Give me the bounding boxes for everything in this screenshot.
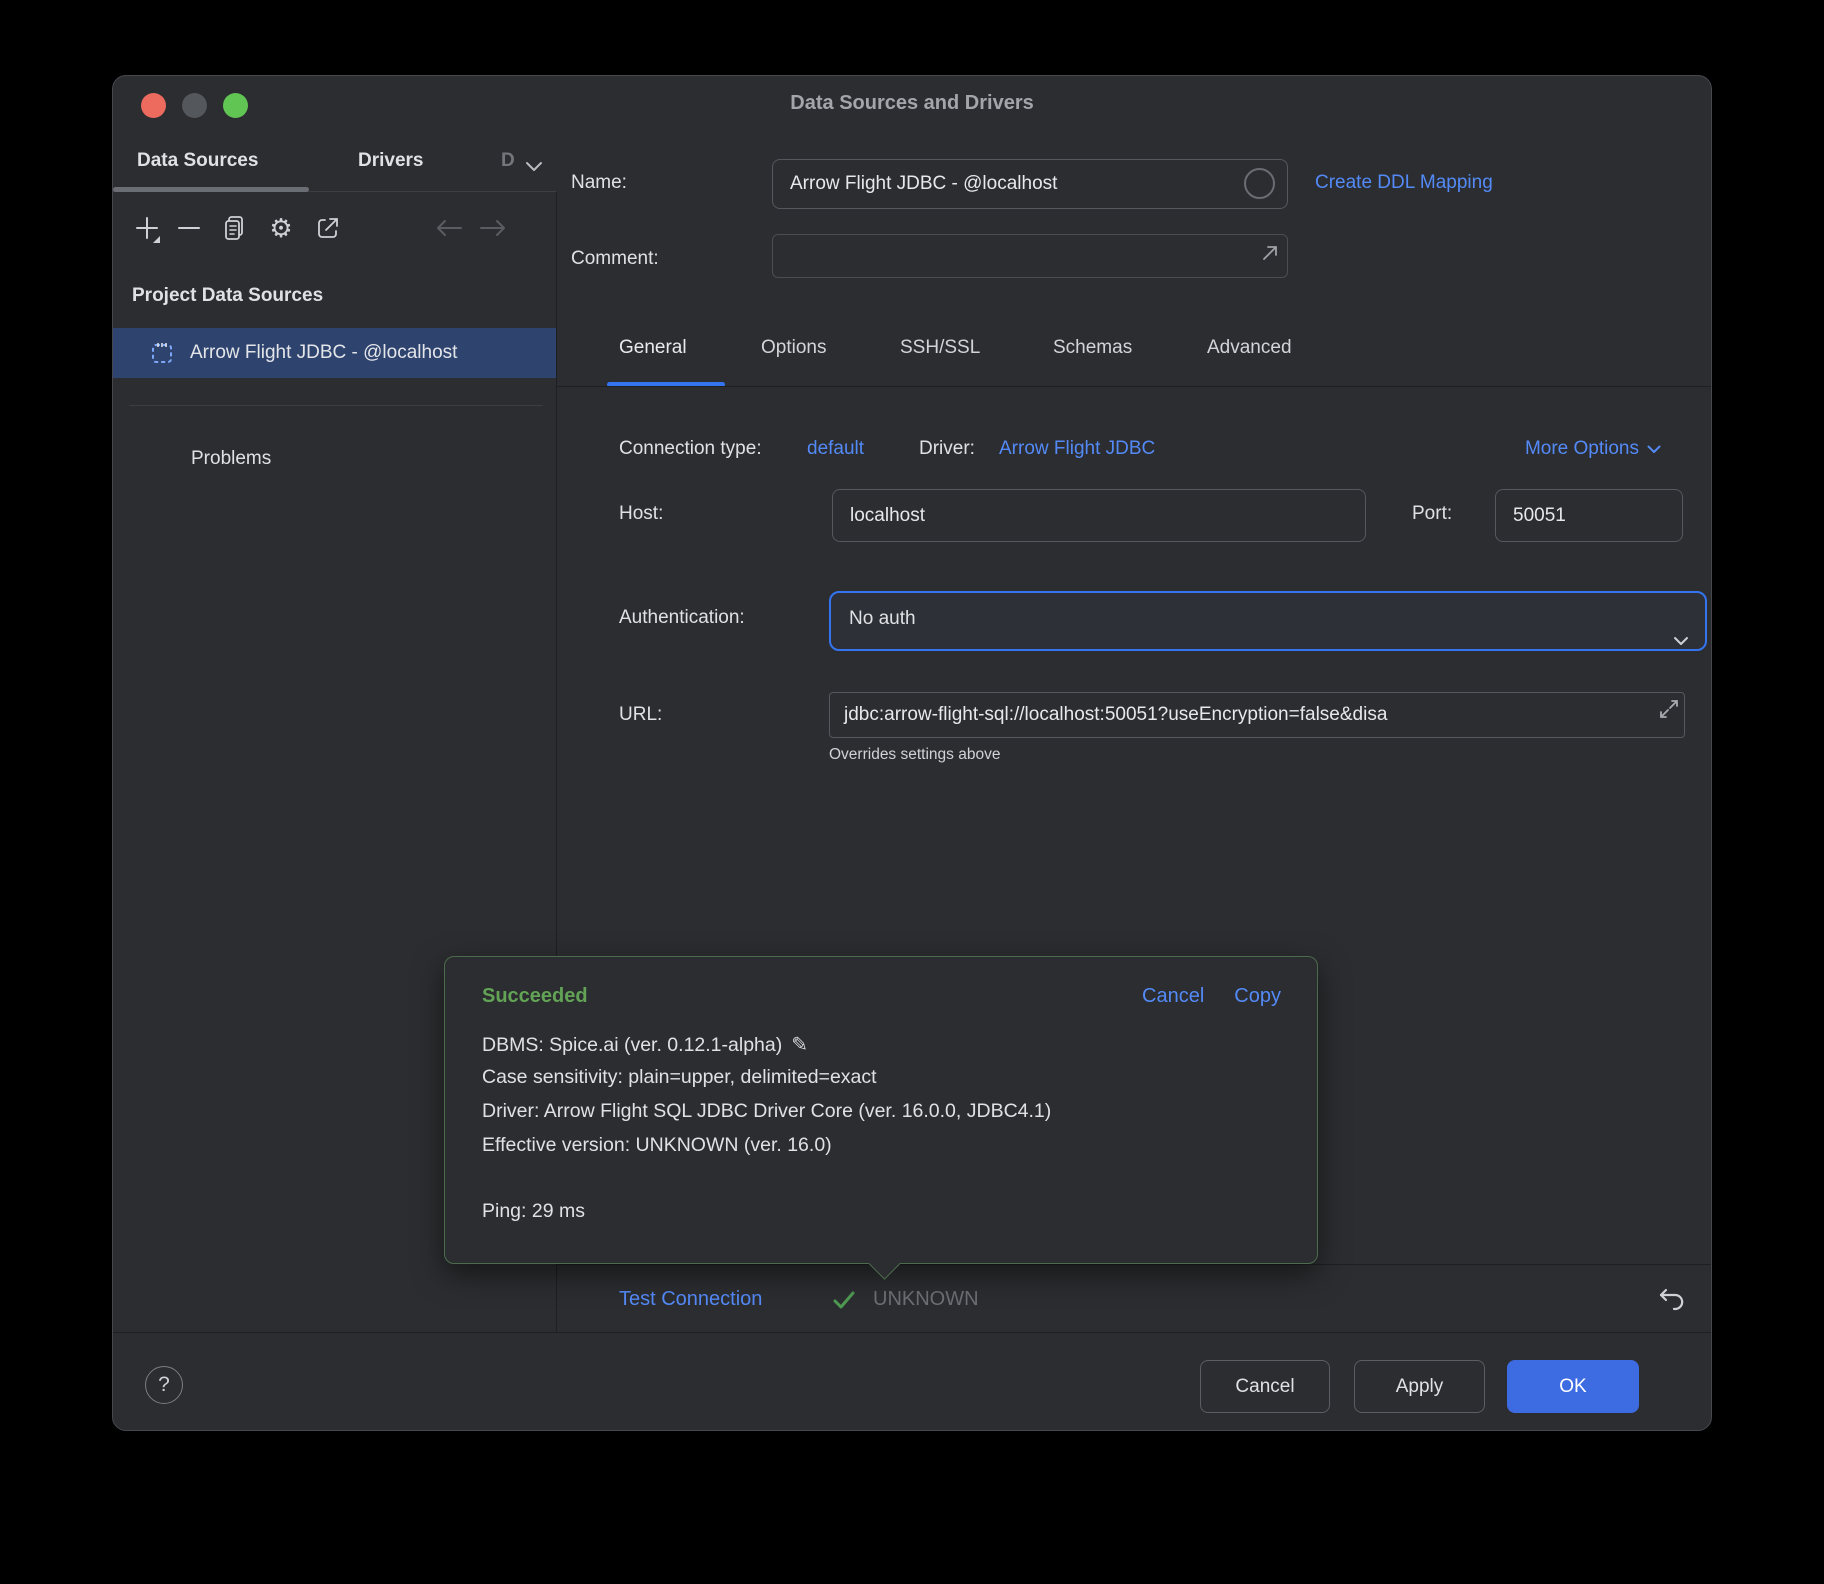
- tab-advanced[interactable]: Advanced: [1207, 337, 1292, 359]
- tab-schemas[interactable]: Schemas: [1053, 337, 1132, 359]
- tab-ssh-ssl[interactable]: SSH/SSL: [900, 337, 980, 359]
- chevron-down-icon[interactable]: [525, 159, 543, 177]
- tab-truncated[interactable]: D: [501, 150, 515, 172]
- host-input[interactable]: localhost: [832, 489, 1366, 542]
- add-dropdown-caret-icon: [153, 236, 160, 243]
- edit-pencil-icon[interactable]: ✎: [791, 1034, 808, 1056]
- effective-version-line: Effective version: UNKNOWN (ver. 16.0): [482, 1134, 832, 1157]
- popup-callout-arrow: [868, 1247, 901, 1280]
- add-data-source-button[interactable]: [131, 212, 163, 244]
- footer-row-divider: [557, 1264, 1712, 1265]
- remove-data-source-button[interactable]: [173, 212, 205, 244]
- selected-item-label: Arrow Flight JDBC - @localhost: [190, 342, 457, 364]
- ping-line: Ping: 29 ms: [482, 1200, 585, 1223]
- url-label: URL:: [619, 704, 662, 726]
- status-badge: Succeeded: [482, 985, 588, 1008]
- comment-input[interactable]: [772, 234, 1288, 278]
- window-title: Data Sources and Drivers: [113, 92, 1711, 115]
- create-ddl-mapping-link[interactable]: Create DDL Mapping: [1315, 172, 1493, 194]
- bottom-bar-divider: [113, 1332, 1712, 1333]
- help-button[interactable]: ?: [145, 1366, 183, 1404]
- project-data-sources-header: Project Data Sources: [132, 285, 323, 307]
- test-connection-link[interactable]: Test Connection: [619, 1288, 762, 1311]
- expand-icon[interactable]: [1260, 243, 1280, 269]
- data-source-icon: [150, 341, 174, 365]
- port-value: 50051: [1513, 505, 1566, 526]
- comment-label: Comment:: [571, 248, 659, 270]
- driver-info-line: Driver: Arrow Flight SQL JDBC Driver Cor…: [482, 1100, 1051, 1123]
- checkmark-icon: [831, 1288, 857, 1317]
- data-sources-dialog: Data Sources and Drivers Data Sources Dr…: [112, 75, 1712, 1431]
- authentication-label: Authentication:: [619, 607, 745, 629]
- dbms-info-line: DBMS: Spice.ai (ver. 0.12.1-alpha)✎: [482, 1032, 808, 1057]
- authentication-select[interactable]: No auth: [829, 591, 1707, 651]
- connection-status-text: UNKNOWN: [873, 1288, 979, 1311]
- port-input[interactable]: 50051: [1495, 489, 1683, 542]
- gear-icon[interactable]: ⚙: [265, 212, 297, 244]
- popup-cancel-link[interactable]: Cancel: [1142, 985, 1204, 1008]
- active-tab-underline: [113, 187, 309, 192]
- tab-drivers[interactable]: Drivers: [358, 150, 424, 172]
- more-options-link[interactable]: More Options: [1525, 438, 1661, 460]
- name-label: Name:: [571, 172, 627, 194]
- tab-data-sources[interactable]: Data Sources: [137, 150, 258, 172]
- sidebar-item-problems[interactable]: Problems: [191, 448, 271, 470]
- sidebar-divider: [129, 405, 543, 406]
- connection-type-value-link[interactable]: default: [807, 438, 864, 460]
- tab-general[interactable]: General: [619, 337, 687, 359]
- popup-copy-link[interactable]: Copy: [1234, 985, 1281, 1008]
- tab-strip-border: [557, 386, 1712, 387]
- port-label: Port:: [1412, 503, 1452, 525]
- url-value: jdbc:arrow-flight-sql://localhost:50051?…: [844, 704, 1387, 725]
- name-value: Arrow Flight JDBC - @localhost: [790, 173, 1057, 194]
- expand-icon[interactable]: [1656, 692, 1682, 738]
- back-arrow-icon[interactable]: [433, 212, 465, 244]
- more-options-label: More Options: [1525, 438, 1639, 460]
- host-value: localhost: [850, 505, 925, 526]
- test-connection-result-popup: Succeeded Cancel Copy DBMS: Spice.ai (ve…: [444, 956, 1318, 1264]
- name-input[interactable]: Arrow Flight JDBC - @localhost: [772, 159, 1288, 209]
- ok-button[interactable]: OK: [1507, 1360, 1639, 1413]
- progress-circle-icon: [1244, 168, 1275, 199]
- forward-arrow-icon[interactable]: [477, 212, 509, 244]
- sidebar-tab-strip: Data Sources Drivers D: [113, 134, 556, 192]
- revert-icon[interactable]: [1656, 1282, 1692, 1318]
- host-label: Host:: [619, 503, 663, 525]
- driver-value-link[interactable]: Arrow Flight JDBC: [999, 438, 1155, 460]
- case-sensitivity-line: Case sensitivity: plain=upper, delimited…: [482, 1066, 877, 1089]
- tab-options[interactable]: Options: [761, 337, 826, 359]
- chevron-down-icon: [1647, 445, 1661, 454]
- chevron-down-icon: [1673, 615, 1689, 667]
- url-hint-text: Overrides settings above: [829, 746, 1000, 764]
- url-input[interactable]: jdbc:arrow-flight-sql://localhost:50051?…: [829, 692, 1685, 738]
- driver-label: Driver:: [919, 438, 975, 460]
- cancel-button[interactable]: Cancel: [1200, 1360, 1330, 1413]
- connection-type-label: Connection type:: [619, 438, 762, 460]
- sidebar-item-arrow-flight-jdbc[interactable]: Arrow Flight JDBC - @localhost: [113, 328, 556, 378]
- open-in-new-icon[interactable]: [312, 212, 344, 244]
- apply-button[interactable]: Apply: [1354, 1360, 1485, 1413]
- duplicate-icon[interactable]: [219, 212, 251, 244]
- authentication-value: No auth: [849, 608, 916, 629]
